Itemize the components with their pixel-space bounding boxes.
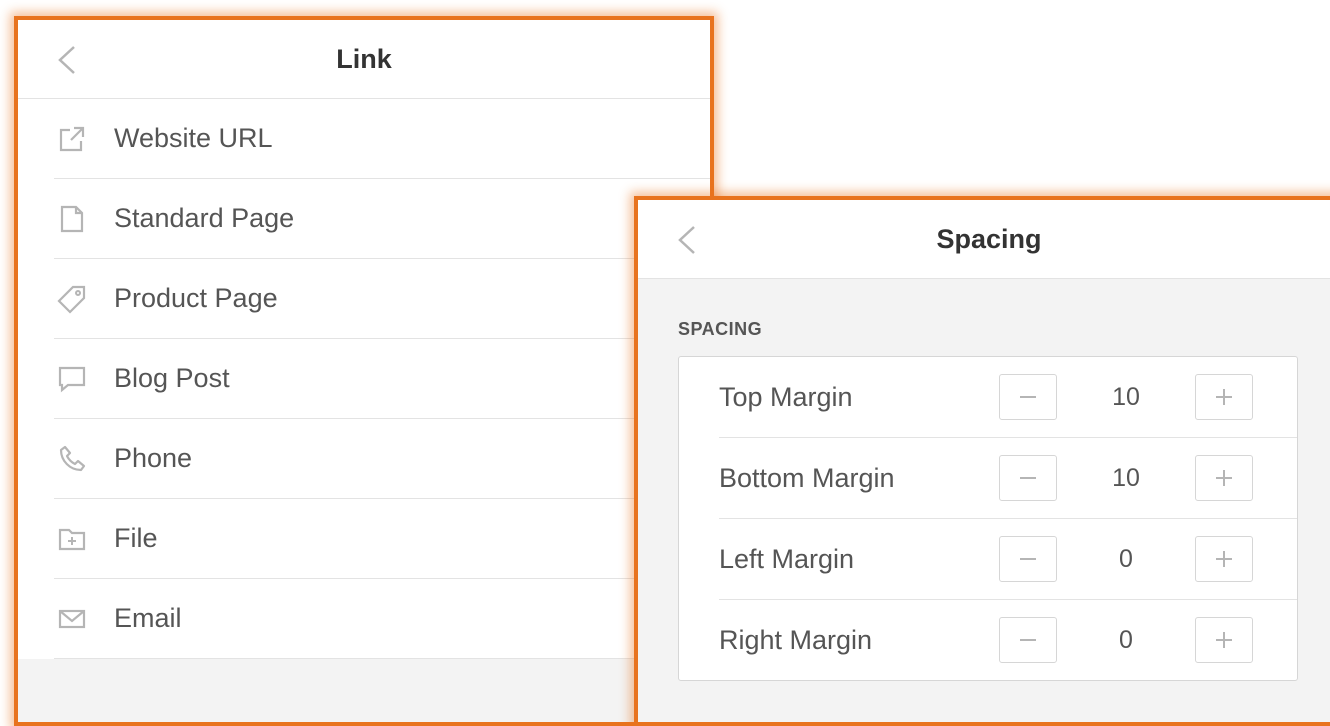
link-panel-footer	[18, 659, 710, 722]
phone-icon	[54, 441, 90, 477]
plus-icon	[1216, 470, 1232, 486]
link-item-standard-page[interactable]: Standard Page	[54, 179, 710, 259]
minus-icon	[1020, 639, 1036, 641]
link-panel-title: Link	[336, 43, 392, 74]
folder-icon	[54, 521, 90, 557]
comment-icon	[54, 361, 90, 397]
plus-icon	[1216, 551, 1232, 567]
spacing-row-label: Right Margin	[719, 624, 873, 655]
link-item-email[interactable]: Email	[54, 579, 710, 659]
bottom-margin-decrement-button[interactable]	[999, 455, 1057, 501]
spacing-row-top-margin: Top Margin 10	[719, 357, 1297, 438]
bottom-margin-value: 10	[1112, 463, 1140, 492]
spacing-row-left-margin: Left Margin 0	[719, 519, 1297, 600]
link-item-product-page[interactable]: Product Page	[54, 259, 710, 339]
top-margin-increment-button[interactable]	[1195, 374, 1253, 420]
top-margin-value: 10	[1112, 382, 1140, 411]
spacing-panel: Spacing SPACING Top Margin 10 Bottom Mar…	[634, 196, 1330, 726]
spacing-row-label: Top Margin	[719, 381, 853, 412]
bottom-margin-increment-button[interactable]	[1195, 455, 1253, 501]
plus-icon	[1216, 389, 1232, 405]
right-margin-decrement-button[interactable]	[999, 617, 1057, 663]
spacing-panel-header: Spacing	[638, 200, 1330, 279]
link-back-button[interactable]	[54, 44, 80, 76]
link-item-blog-post[interactable]: Blog Post	[54, 339, 710, 419]
link-item-label: Blog Post	[114, 363, 230, 393]
chevron-left-icon	[58, 46, 75, 74]
link-item-file[interactable]: File	[54, 499, 710, 579]
left-margin-value: 0	[1119, 544, 1133, 573]
link-item-label: File	[114, 523, 158, 553]
link-panel: Link Website URL Standard Page Product P…	[14, 16, 714, 726]
plus-icon	[1216, 632, 1232, 648]
spacing-panel-body: SPACING Top Margin 10 Bottom Margin 10 L…	[638, 279, 1330, 722]
external-link-icon	[54, 121, 90, 157]
right-margin-increment-button[interactable]	[1195, 617, 1253, 663]
spacing-row-label: Left Margin	[719, 543, 855, 574]
spacing-row-right-margin: Right Margin 0	[719, 600, 1297, 680]
link-item-label: Phone	[114, 443, 193, 473]
left-margin-decrement-button[interactable]	[999, 536, 1057, 582]
spacing-row-label: Bottom Margin	[719, 462, 895, 493]
top-margin-decrement-button[interactable]	[999, 374, 1057, 420]
envelope-icon	[54, 601, 90, 637]
spacing-panel-title: Spacing	[936, 223, 1042, 254]
spacing-row-bottom-margin: Bottom Margin 10	[719, 438, 1297, 519]
tag-icon	[54, 281, 90, 317]
chevron-left-icon	[678, 226, 695, 254]
link-type-list: Website URL Standard Page Product Page B…	[18, 99, 710, 659]
spacing-section-label: SPACING	[678, 319, 763, 339]
page-icon	[54, 201, 90, 237]
right-margin-value: 0	[1119, 625, 1133, 654]
minus-icon	[1020, 477, 1036, 479]
spacing-controls: Top Margin 10 Bottom Margin 10 Left Marg…	[678, 356, 1298, 681]
spacing-back-button[interactable]	[674, 224, 700, 256]
link-item-label: Email	[114, 603, 182, 633]
link-item-label: Standard Page	[114, 203, 295, 233]
link-item-label: Product Page	[114, 283, 278, 313]
link-panel-header: Link	[18, 20, 710, 99]
left-margin-increment-button[interactable]	[1195, 536, 1253, 582]
minus-icon	[1020, 396, 1036, 398]
link-item-label: Website URL	[114, 123, 273, 153]
minus-icon	[1020, 558, 1036, 560]
link-item-website-url[interactable]: Website URL	[54, 99, 710, 179]
link-item-phone[interactable]: Phone	[54, 419, 710, 499]
